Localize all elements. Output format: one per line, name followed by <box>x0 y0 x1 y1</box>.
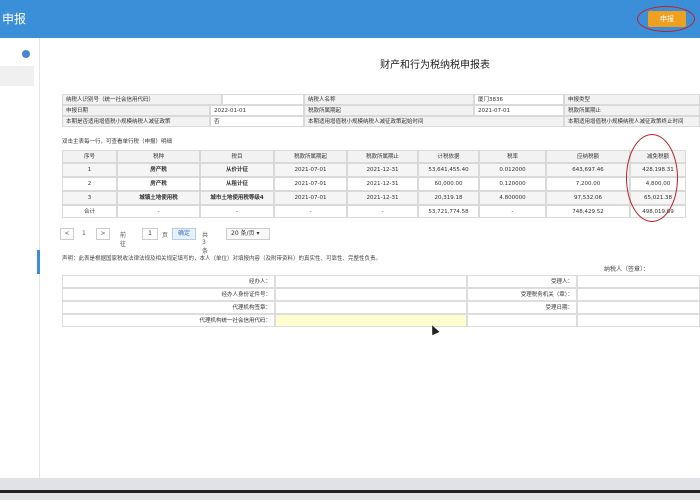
cell-total-period-start: - <box>274 205 347 218</box>
agency-code-label: 代理机构统一社会信用代码： <box>62 314 275 327</box>
declaration-type-label: 申报类型 <box>564 94 700 105</box>
receive-date-label: 受理日期： <box>467 301 577 314</box>
period-start-label: 税款所属期起 <box>304 105 474 116</box>
taxpayer-id-label: 纳税人识别号（统一社会信用代码） <box>62 94 222 105</box>
cell-tax-payable: 97,532.06 <box>546 191 630 205</box>
cell-tax-item: 城市土地使用税等级4 <box>200 191 274 205</box>
col-header-tax-basis: 计税依据 <box>418 150 479 163</box>
reduction-policy-value: 否 <box>210 116 304 127</box>
cell-tax-payable: 643,697.46 <box>546 163 630 177</box>
cell-index: 3 <box>62 191 117 205</box>
agency-seal-label: 代理机构签章： <box>62 301 275 314</box>
page-size-select[interactable]: 20 条/页 ▾ <box>226 228 270 240</box>
highlight-circle <box>637 6 695 32</box>
cell-tax-type: 房产税 <box>117 163 200 177</box>
sidebar-item[interactable] <box>0 66 34 86</box>
highlight-circle <box>626 134 678 222</box>
cell-tax-rate: 0.012000 <box>479 163 546 177</box>
handler-label: 经办人： <box>62 275 275 288</box>
confirm-button[interactable]: 确定 <box>172 228 196 240</box>
app-title: 申报 <box>2 12 27 26</box>
receiver-label: 受理人： <box>467 275 577 288</box>
sidebar <box>0 38 40 478</box>
empty-cell <box>577 314 700 327</box>
cell-period-end: 2021-12-31 <box>347 163 418 177</box>
hint-text: 双击主表每一行，可查看单行税（申报）明细 <box>62 139 173 145</box>
cell-period-end: 2021-12-31 <box>347 191 418 205</box>
page-size-value: 20 条/页 <box>231 230 255 237</box>
cell-index: 1 <box>62 163 117 177</box>
goto-label: 前往 <box>120 232 127 248</box>
taxpayer-id-value <box>222 94 304 105</box>
total-count: 共 3 条 <box>202 232 209 255</box>
next-page-button[interactable]: > <box>96 228 110 240</box>
cell-tax-basis: 53,641,455.40 <box>418 163 479 177</box>
empty-cell <box>467 314 577 327</box>
col-header-tax-rate: 税率 <box>479 150 546 163</box>
cell-tax-basis: 60,000.00 <box>418 177 479 191</box>
page-title: 财产和行为税纳税申报表 <box>380 60 490 71</box>
page-unit: 页 <box>162 232 169 239</box>
period-end-label: 税款所属期止 <box>564 105 700 116</box>
goto-page-input[interactable]: 1 <box>142 228 158 240</box>
cell-tax-rate: 4.800000 <box>479 191 546 205</box>
policy-end-label: 本期适用增值税小规模纳税人减征政策终止时间 <box>564 116 700 127</box>
cell-total-label: 合计 <box>62 205 117 218</box>
settings-icon[interactable] <box>22 50 30 58</box>
tax-office-label: 受理税务机关（章）： <box>467 288 577 301</box>
current-page[interactable]: 1 <box>82 230 86 237</box>
cell-tax-item: 从租计征 <box>200 177 274 191</box>
handler-value[interactable] <box>275 275 467 288</box>
taxpayer-name-value: 厦门3836 <box>474 94 564 105</box>
prev-page-button[interactable]: < <box>60 228 74 240</box>
receive-date-value <box>577 301 700 314</box>
cell-period-start: 2021-07-01 <box>274 177 347 191</box>
reduction-policy-label: 本期是否适用增值税小规模纳税人减征政策 <box>62 116 210 127</box>
cell-total-tax-type: - <box>117 205 200 218</box>
bottom-bar <box>0 478 700 500</box>
main-content: 财产和行为税纳税申报表 纳税人识别号（统一社会信用代码） 纳税人名称 厦门383… <box>40 38 700 478</box>
cell-tax-item: 从价计征 <box>200 163 274 177</box>
policy-start-label: 本期适用增值税小规模纳税人减征政策起始时间 <box>304 116 564 127</box>
col-header-tax-type: 税种 <box>117 150 200 163</box>
receiver-value <box>577 275 700 288</box>
agency-code-field[interactable] <box>275 314 467 327</box>
taxpayer-signature-label: 纳税人（签章）： <box>604 266 650 273</box>
col-header-period-start: 税款所属期起 <box>274 150 347 163</box>
col-header-period-end: 税款所属期止 <box>347 150 418 163</box>
declaration-text: 声明：此表是根据国家税收法律法规及相关规定填写的，本人（单位）对填报内容（及附带… <box>62 256 382 262</box>
cell-tax-type: 城镇土地使用税 <box>117 191 200 205</box>
cell-total-tax-item: - <box>200 205 274 218</box>
handler-id-label: 经办人身份证件号： <box>62 288 275 301</box>
caret-down-icon: ▾ <box>256 230 260 237</box>
col-header-tax-item: 税目 <box>200 150 274 163</box>
cell-period-end: 2021-12-31 <box>347 177 418 191</box>
cell-total-tax-basis: 53,721,774.58 <box>418 205 479 218</box>
cell-tax-rate: 0.120000 <box>479 177 546 191</box>
cell-period-start: 2021-07-01 <box>274 163 347 177</box>
cell-tax-type: 房产税 <box>117 177 200 191</box>
cell-total-tax-rate: - <box>479 205 546 218</box>
cell-index: 2 <box>62 177 117 191</box>
declaration-date-label: 申报日期 <box>62 105 210 116</box>
agency-seal-field[interactable] <box>275 301 467 314</box>
col-header-index: 序号 <box>62 150 117 163</box>
cell-tax-basis: 20,319.18 <box>418 191 479 205</box>
cell-period-start: 2021-07-01 <box>274 191 347 205</box>
taxpayer-name-label: 纳税人名称 <box>304 94 474 105</box>
top-bar: 申报 申报 <box>0 0 700 38</box>
col-header-tax-payable: 应纳税额 <box>546 150 630 163</box>
cell-total-tax-payable: 748,429.52 <box>546 205 630 218</box>
cell-total-period-end: - <box>347 205 418 218</box>
bottom-divider <box>0 490 700 493</box>
handler-id-field[interactable] <box>275 288 467 301</box>
cell-tax-payable: 7,200.00 <box>546 177 630 191</box>
declaration-date-value: 2022-01-01 <box>210 105 304 116</box>
tax-office-value <box>577 288 700 301</box>
period-start-value: 2021-07-01 <box>474 105 564 116</box>
